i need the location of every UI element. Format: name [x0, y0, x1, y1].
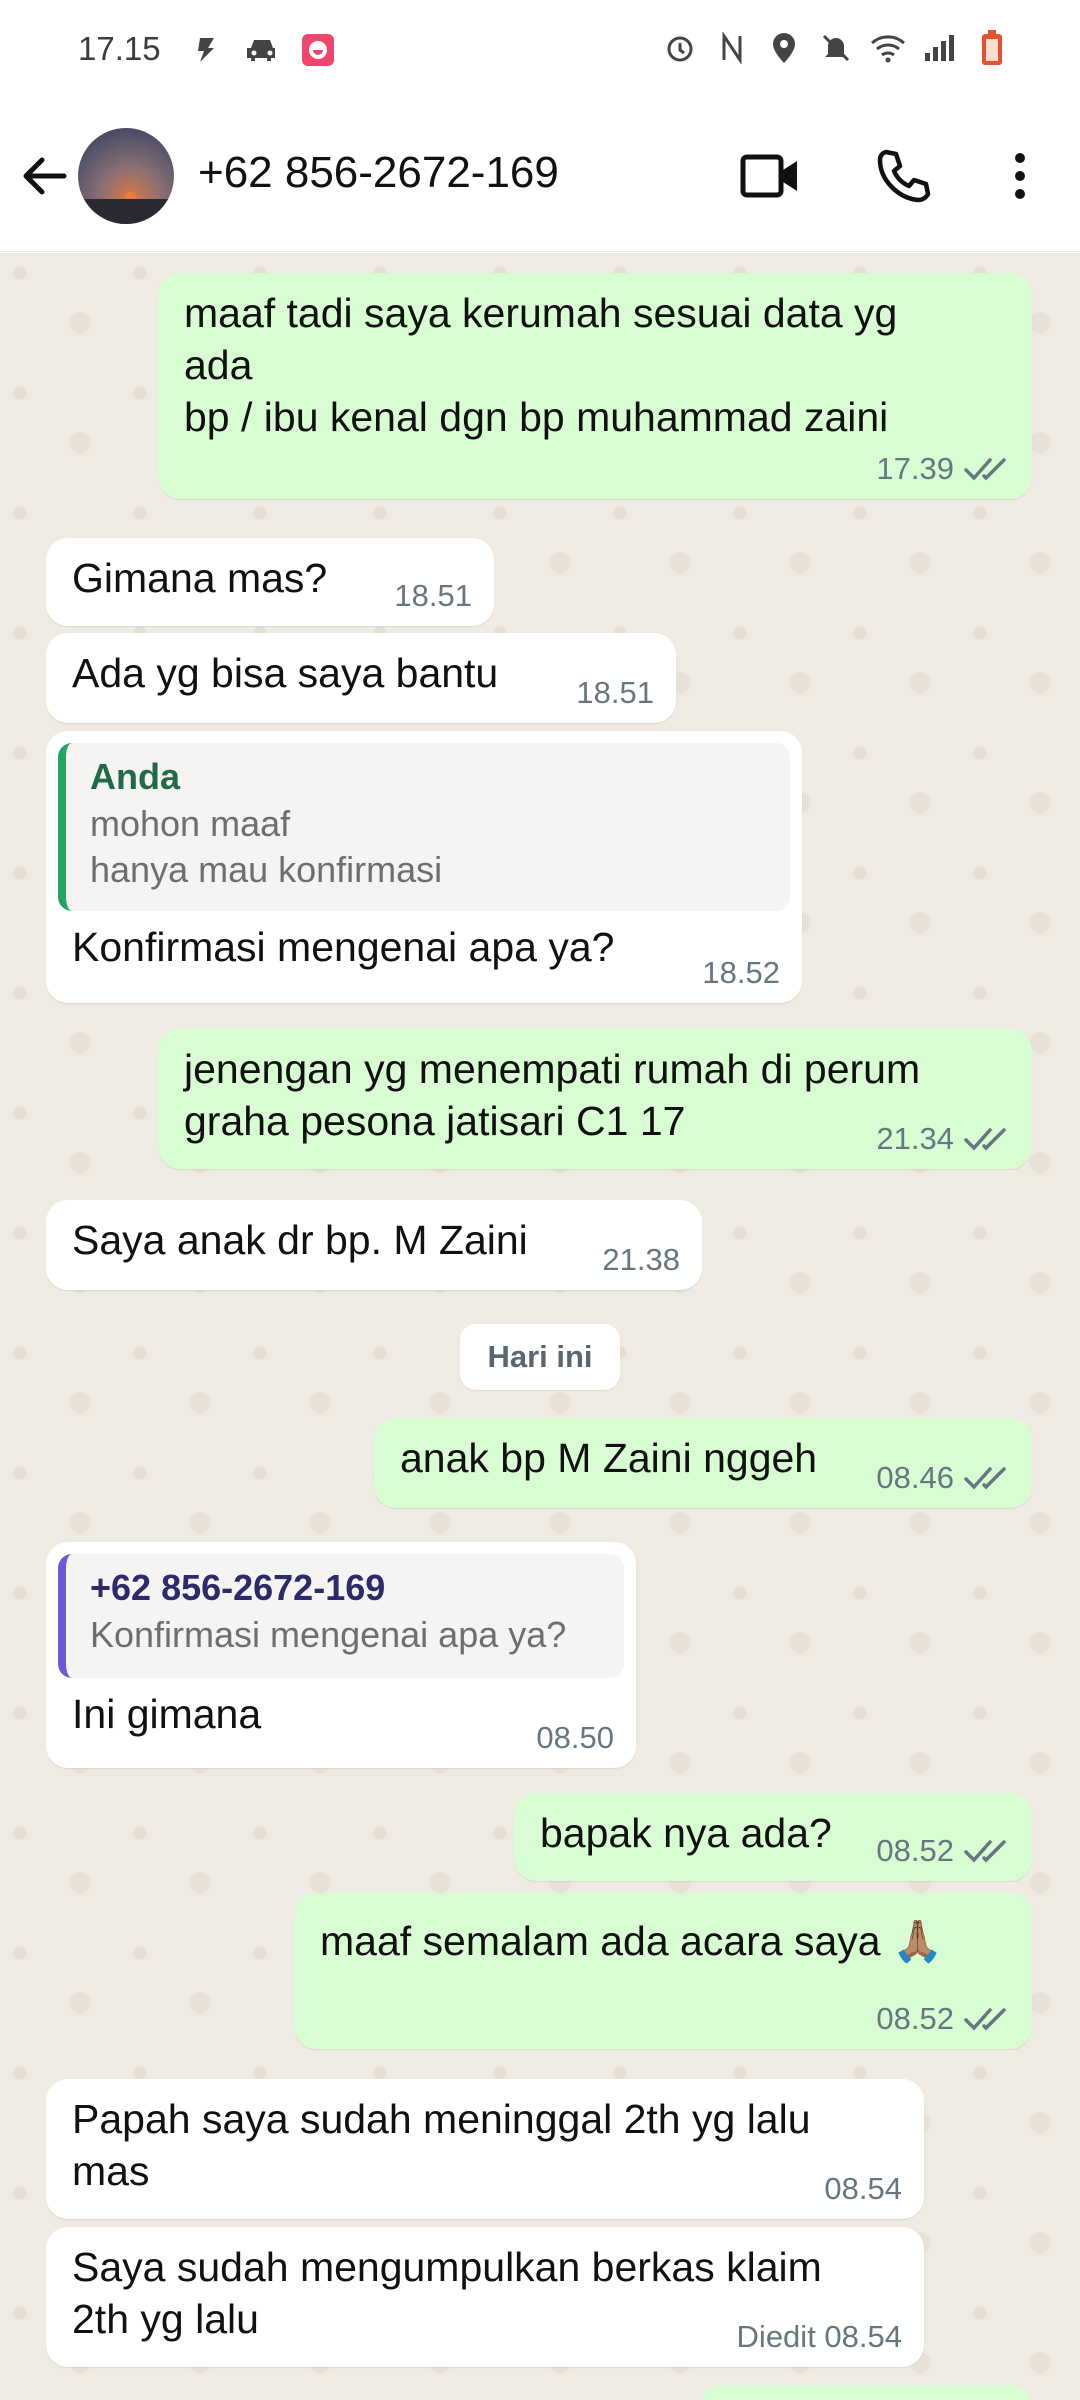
message-incoming[interactable]: Saya anak dr bp. M Zaini 21.38: [46, 1200, 702, 1290]
message-incoming-reply[interactable]: +62 856-2672-169 Konfirmasi mengenai apa…: [46, 1542, 636, 1768]
message-outgoing[interactable]: anak bp M Zaini nggeh 08.46: [374, 1418, 1032, 1508]
message-time: 08.46: [876, 1460, 954, 1495]
message-time: 08.54: [824, 2171, 902, 2206]
chat-area[interactable]: maaf tadi saya kerumah sesuai data yg ad…: [0, 253, 1080, 2400]
quote-author: Anda: [90, 756, 180, 797]
message-time: 21.34: [876, 1121, 954, 1156]
flash-icon: [188, 30, 224, 70]
read-ticks-icon: [964, 1128, 1006, 1151]
quoted-message[interactable]: Anda mohon maaf hanya mau konfirmasi: [58, 743, 790, 911]
message-text: Ada yg bisa saya bantu: [72, 650, 499, 696]
message-time: 08.50: [536, 1720, 614, 1755]
quoted-message[interactable]: +62 856-2672-169 Konfirmasi mengenai apa…: [58, 1554, 624, 1678]
contact-avatar[interactable]: [78, 128, 174, 224]
message-time: 18.52: [702, 955, 780, 990]
battery-icon: [974, 28, 1010, 68]
message-time: 18.51: [576, 675, 654, 710]
message-time: 17.39: [876, 451, 954, 486]
message-outgoing[interactable]: jenengan yg menempati rumah di perum gra…: [158, 1029, 1032, 1169]
message-incoming[interactable]: Papah saya sudah meninggal 2th yg lalu m…: [46, 2079, 924, 2219]
message-incoming[interactable]: Saya sudah mengumpulkan berkas klaim 2th…: [46, 2227, 924, 2367]
quote-author: +62 856-2672-169: [90, 1567, 386, 1608]
message-incoming-reply[interactable]: Anda mohon maaf hanya mau konfirmasi Kon…: [46, 731, 802, 1003]
read-ticks-icon: [964, 2008, 1006, 2031]
alarm-icon: [662, 28, 698, 68]
car-icon: [244, 30, 280, 70]
message-time: 18.51: [394, 578, 472, 613]
message-text: maaf tadi saya kerumah sesuai data yg ad…: [184, 290, 898, 440]
message-text: Papah saya sudah meninggal 2th yg lalu m…: [72, 2096, 811, 2194]
voice-call-icon[interactable]: [872, 146, 932, 206]
status-time: 17.15: [78, 30, 161, 67]
wifi-icon: [870, 28, 906, 68]
message-time: 08.52: [876, 1833, 954, 1868]
read-ticks-icon: [964, 1467, 1006, 1490]
message-incoming[interactable]: Ada yg bisa saya bantu 18.51: [46, 633, 676, 723]
message-time: 08.52: [876, 2001, 954, 2036]
app-notification-icon: [300, 30, 336, 70]
video-call-icon[interactable]: [740, 150, 800, 202]
chat-header: +62 856-2672-169: [0, 100, 1080, 252]
quote-text: mohon maaf hanya mau konfirmasi: [90, 803, 443, 890]
date-divider: Hari ini: [460, 1324, 620, 1390]
message-text: maaf semalam ada acara saya 🙏🏽: [320, 1918, 944, 1964]
message-time: 21.38: [602, 1242, 680, 1277]
back-arrow-icon[interactable]: [16, 146, 72, 206]
message-outgoing[interactable]: maaf tadi saya kerumah sesuai data yg ad…: [158, 273, 1032, 499]
message-outgoing[interactable]: maaf semalam ada acara saya 🙏🏽 08.52: [294, 1893, 1032, 2049]
message-outgoing-partial[interactable]: [700, 2385, 1032, 2400]
message-outgoing[interactable]: bapak nya ada? 08.52: [514, 1793, 1032, 1881]
read-ticks-icon: [964, 1840, 1006, 1863]
read-ticks-icon: [964, 458, 1006, 481]
signal-icon: [922, 28, 958, 68]
location-icon: [766, 28, 802, 68]
contact-name[interactable]: +62 856-2672-169: [198, 148, 559, 198]
mute-icon: [818, 28, 854, 68]
more-options-icon[interactable]: [1000, 146, 1040, 206]
message-text: Saya anak dr bp. M Zaini: [72, 1217, 528, 1263]
message-incoming[interactable]: Gimana mas? 18.51: [46, 538, 494, 626]
nfc-icon: [714, 28, 750, 68]
quote-text: Konfirmasi mengenai apa ya?: [90, 1614, 567, 1655]
status-bar: 17.15: [0, 0, 1080, 100]
message-text: Konfirmasi mengenai apa ya?: [72, 924, 615, 970]
message-time-edited: Diedit 08.54: [736, 2319, 902, 2354]
